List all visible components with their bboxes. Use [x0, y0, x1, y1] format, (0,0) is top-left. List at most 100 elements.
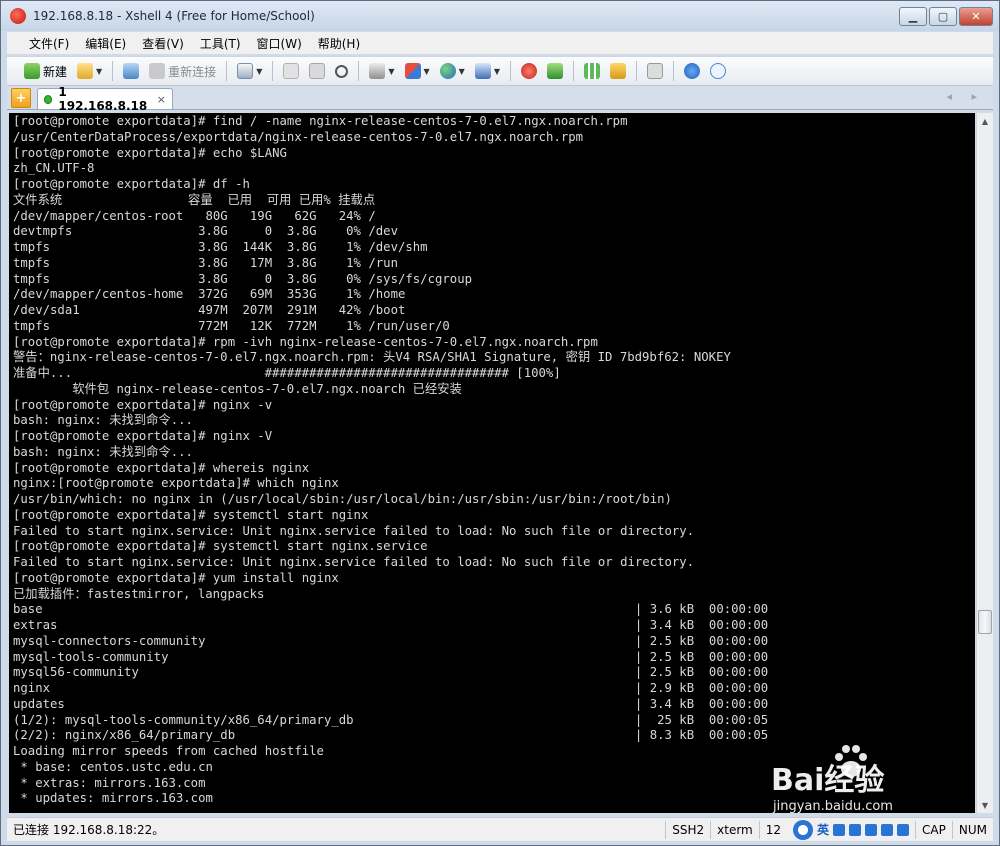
ime-mic-icon[interactable]: [881, 823, 894, 836]
terminal-size-status: 12: [758, 820, 787, 839]
copy-button[interactable]: [280, 60, 302, 82]
keyboard-button[interactable]: [644, 60, 666, 82]
terminal-line: [root@promote exportdata]# whereis nginx: [13, 460, 310, 475]
ime-moon-icon[interactable]: [833, 823, 846, 836]
terminal-output[interactable]: [root@promote exportdata]# find / -name …: [9, 113, 975, 813]
terminal-line: 软件包 nginx-release-centos-7-0.el7.ngx.noa…: [13, 381, 462, 396]
xshell-button[interactable]: [518, 60, 540, 82]
folder-icon: [77, 63, 94, 79]
protocol-status: SSH2: [665, 820, 710, 839]
grid-icon: [583, 63, 600, 79]
terminal-line: [root@promote exportdata]# nginx -v: [13, 397, 273, 412]
chevron-down-icon: ▼: [96, 66, 103, 76]
terminal-line: /dev/mapper/centos-home 372G 69M 353G 1%…: [13, 287, 406, 302]
chevron-down-icon: ▼: [388, 66, 395, 76]
terminal-line: Loading mirror speeds from cached hostfi…: [13, 744, 324, 758]
xftp-button[interactable]: [544, 60, 566, 82]
terminal-line: nginx:[root@promote exportdata]# which n…: [13, 476, 339, 491]
terminal-line: 已加载插件：fastestmirror, langpacks: [13, 586, 265, 601]
reconnect-icon: [149, 63, 166, 79]
open-folder-button[interactable]: ▼: [74, 60, 105, 82]
ime-gear-icon[interactable]: [897, 823, 910, 836]
terminal-line: (2/2): nginx/x86_64/primary_db | 8.3 kB …: [13, 728, 769, 743]
toolbar-separator: [635, 61, 637, 81]
num-lock-status: NUM: [951, 820, 993, 839]
reconnect-label: 重新连接: [168, 64, 217, 79]
menu-file[interactable]: 文件(F): [21, 35, 77, 52]
terminal-scrollbar[interactable]: ▲ ▼: [976, 113, 993, 813]
terminal-line: [root@promote exportdata]# systemctl sta…: [13, 507, 369, 522]
toolbar: 新建 ▼ 重新连接 ▼ ▼ ▼ ▼ ▼: [7, 56, 993, 86]
paste-button[interactable]: [306, 60, 328, 82]
chevron-down-icon: ▼: [493, 66, 500, 76]
copy-icon: [283, 63, 300, 79]
scroll-down-arrow[interactable]: ▼: [977, 797, 993, 813]
chevron-down-icon: ▼: [256, 66, 263, 76]
terminal-line: zh_CN.UTF-8: [13, 161, 95, 176]
tab-label: 1 192.168.8.18: [58, 85, 148, 113]
transfer-button[interactable]: ▼: [402, 60, 433, 82]
globe-icon: [439, 63, 456, 79]
connect-button[interactable]: [120, 60, 142, 82]
terminal-line: mysql-connectors-community | 2.5 kB 00:0…: [13, 633, 769, 648]
properties-button[interactable]: ▼: [234, 60, 265, 82]
terminal-line: bash: nginx: 未找到命令...: [13, 413, 193, 428]
menu-edit[interactable]: 编辑(E): [77, 35, 134, 52]
link-icon: [123, 63, 140, 79]
terminal-line: devtmpfs 3.8G 0 3.8G 0% /dev: [13, 224, 398, 239]
ime-logo-icon[interactable]: [793, 819, 814, 840]
ime-toolbar[interactable]: 英: [787, 819, 915, 840]
new-session-label: 新建: [43, 64, 68, 79]
ime-language[interactable]: 英: [817, 821, 829, 838]
terminal-line: [root@promote exportdata]# find / -name …: [13, 114, 628, 128]
caps-lock-status: CAP: [915, 820, 952, 839]
menu-tools[interactable]: 工具(T): [192, 35, 249, 52]
globe-button[interactable]: ▼: [437, 60, 468, 82]
terminal-line: tmpfs 3.8G 17M 3.8G 1% /run: [13, 255, 398, 270]
scroll-up-arrow[interactable]: ▲: [977, 113, 993, 129]
xshell-icon: [520, 63, 537, 79]
print-button[interactable]: ▼: [366, 60, 397, 82]
tab-scroll-arrows[interactable]: ◂ ▸: [946, 90, 985, 103]
toolbar-separator: [358, 61, 360, 81]
properties-icon: [237, 63, 254, 79]
find-button[interactable]: [332, 60, 351, 82]
terminal-line: tmpfs 772M 12K 772M 1% /run/user/0: [13, 318, 450, 333]
chevron-down-icon: ▼: [458, 66, 465, 76]
reconnect-button[interactable]: 重新连接: [146, 60, 219, 82]
add-tab-button[interactable]: +: [11, 88, 31, 108]
layout-button[interactable]: [581, 60, 603, 82]
toolbar-separator: [509, 61, 511, 81]
menu-view[interactable]: 查看(V): [134, 35, 192, 52]
scrollbar-thumb[interactable]: [978, 610, 992, 634]
new-session-button[interactable]: 新建: [21, 60, 70, 82]
tab-session-1[interactable]: 1 192.168.8.18 ×: [37, 85, 173, 113]
tab-close-icon[interactable]: ×: [157, 93, 166, 106]
toolbar-separator: [672, 61, 674, 81]
toolbar-separator: [112, 61, 114, 81]
close-button[interactable]: ✕: [959, 7, 993, 26]
terminal-line: Failed to start nginx.service: Unit ngin…: [13, 555, 695, 569]
terminal-line: [root@promote exportdata]# nginx -V: [13, 429, 273, 443]
terminal-type-status: xterm: [710, 820, 759, 839]
terminal-line: [root@promote exportdata]# df -h: [13, 177, 250, 191]
maximize-button[interactable]: ▢: [929, 7, 957, 26]
font-button[interactable]: ▼: [472, 60, 503, 82]
terminal-line: base | 3.6 kB 00:00:00: [13, 602, 769, 617]
terminal-line: (1/2): mysql-tools-community/x86_64/prim…: [13, 712, 769, 727]
ime-keyboard-icon[interactable]: [865, 823, 878, 836]
terminal-line: * extras: mirrors.163.com: [13, 775, 206, 790]
title-bar[interactable]: 192.168.8.18 - Xshell 4 (Free for Home/S…: [1, 1, 999, 31]
menu-help[interactable]: 帮助(H): [310, 35, 368, 52]
terminal-line: [root@promote exportdata]# systemctl sta…: [13, 539, 428, 554]
xshell-app-icon[interactable]: [10, 8, 26, 24]
ime-punctuation-icon[interactable]: [849, 823, 862, 836]
terminal-line: tmpfs 3.8G 0 3.8G 0% /sys/fs/cgroup: [13, 271, 473, 286]
chat-button[interactable]: [707, 60, 729, 82]
lock-button[interactable]: [607, 60, 629, 82]
menu-window[interactable]: 窗口(W): [249, 35, 310, 52]
menu-bar: 文件(F) 编辑(E) 查看(V) 工具(T) 窗口(W) 帮助(H): [7, 32, 993, 54]
terminal-line: /usr/CenterDataProcess/exportdata/nginx-…: [13, 129, 584, 144]
help-button[interactable]: [681, 60, 703, 82]
minimize-button[interactable]: ▁: [899, 7, 927, 26]
